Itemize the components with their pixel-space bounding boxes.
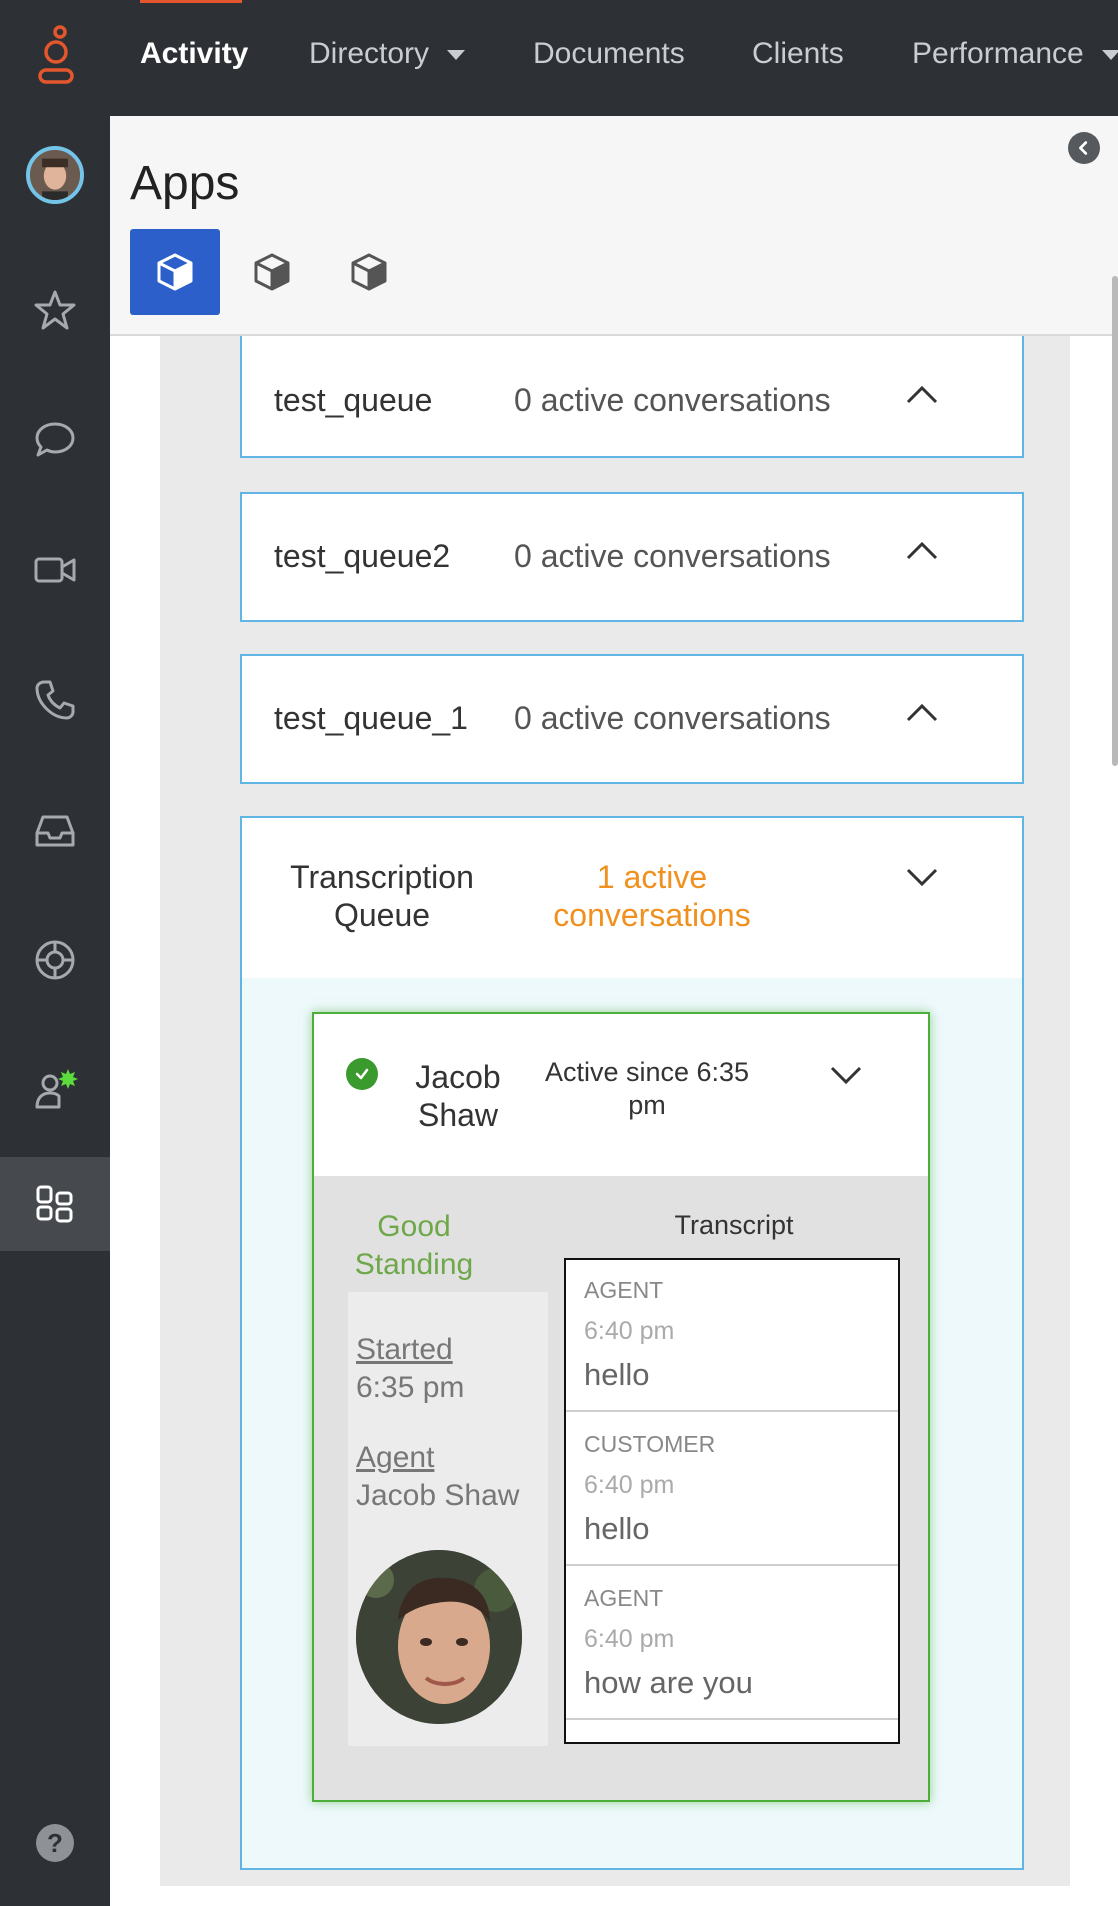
cube-icon — [157, 253, 193, 291]
message-text: how are you — [584, 1665, 753, 1700]
sidebar-item-phone[interactable] — [0, 653, 110, 747]
nav-directory[interactable]: Directory — [309, 34, 466, 74]
collapse-panel-button[interactable] — [1068, 132, 1100, 164]
conversation-header: Jacob Shaw Active since 6:35 pm — [314, 1014, 928, 1176]
transcription-queue[interactable]: Transcription Queue 1 active conversatio… — [240, 816, 1024, 1870]
agent-photo-image — [356, 1550, 522, 1724]
app-tab-3[interactable] — [324, 229, 414, 315]
sidebar-item-apps[interactable] — [0, 1157, 110, 1251]
nav-activity[interactable]: Activity — [140, 34, 248, 74]
nav-performance[interactable]: Performance — [912, 34, 1118, 74]
sidebar-item-video[interactable] — [0, 523, 110, 617]
agent-status-icon — [35, 1069, 78, 1109]
queue-count: 0 active conversations — [514, 382, 831, 418]
nav-clients[interactable]: Clients — [752, 34, 844, 74]
chevron-up-icon[interactable] — [902, 532, 942, 572]
genesys-logo-icon[interactable] — [36, 24, 76, 88]
conversation-details: Started 6:35 pm Agent Jacob Shaw — [348, 1292, 548, 1746]
message-time: 6:40 pm — [584, 1317, 675, 1345]
queue-count: 0 active conversations — [514, 538, 831, 574]
transcript-panel[interactable]: AGENT 6:40 pm hello CUSTOMER 6:40 pm hel… — [564, 1258, 900, 1744]
page-title: Apps — [130, 157, 240, 210]
queue-name: test_queue2 — [274, 538, 451, 574]
chevron-down-icon[interactable] — [826, 1054, 866, 1094]
nav-directory-label: Directory — [309, 37, 430, 70]
phone-icon — [35, 680, 75, 720]
transcript-title: Transcript — [674, 1210, 794, 1240]
chevron-up-icon[interactable] — [902, 694, 942, 734]
apps-grid-icon — [36, 1185, 73, 1223]
nav-clients-label: Clients — [752, 37, 844, 70]
video-camera-icon — [34, 557, 76, 583]
queue-count: 1 active conversations — [553, 859, 751, 933]
user-avatar[interactable] — [26, 146, 84, 204]
user-avatar-image — [30, 150, 80, 200]
sidebar-item-agent-status[interactable] — [0, 1043, 110, 1137]
conversation-body: Good Standing Started 6:35 pm Agent Jaco… — [314, 1176, 928, 1800]
chevron-down-icon — [447, 50, 466, 61]
started-value: 6:35 pm — [356, 1371, 465, 1404]
standing-status: Good Standing — [354, 1210, 474, 1281]
message-time: 6:40 pm — [584, 1625, 675, 1653]
transcript-message: AGENT 6:40 pm hello — [566, 1260, 898, 1412]
nav-documents-label: Documents — [533, 37, 685, 70]
nav-performance-label: Performance — [912, 37, 1084, 70]
conversation-card[interactable]: Jacob Shaw Active since 6:35 pm Good Sta… — [312, 1012, 930, 1802]
message-text: hello — [584, 1511, 650, 1546]
apps-header: Apps — [110, 116, 1118, 336]
queue-name: Transcription Queue — [290, 859, 474, 933]
app-tab-2[interactable] — [227, 229, 317, 315]
sidebar-item-inbox[interactable] — [0, 783, 110, 877]
sidebar-item-favorites[interactable] — [0, 263, 110, 357]
help-button[interactable]: ? — [36, 1824, 74, 1862]
scrollbar[interactable] — [1112, 276, 1118, 766]
agent-label: Agent — [356, 1441, 435, 1474]
message-role: CUSTOMER — [584, 1738, 715, 1742]
nav-documents[interactable]: Documents — [533, 34, 685, 74]
cube-icon — [351, 253, 387, 291]
sidebar-item-support[interactable] — [0, 913, 110, 1007]
transcript-message: CUSTOMER — [566, 1722, 898, 1742]
started-label: Started — [356, 1333, 453, 1366]
sidebar-item-chat[interactable] — [0, 393, 110, 487]
message-role: AGENT — [584, 1277, 664, 1303]
star-icon — [34, 290, 76, 330]
nav-activity-label: Activity — [140, 37, 249, 70]
cube-icon — [254, 253, 290, 291]
agent-value: Jacob Shaw — [356, 1479, 520, 1512]
help-icon: ? — [47, 1827, 63, 1858]
chat-bubble-icon — [35, 422, 75, 457]
transcript-message: AGENT 6:40 pm how are you — [566, 1568, 898, 1720]
chevron-left-icon — [1079, 141, 1088, 155]
chevron-up-icon[interactable] — [902, 376, 942, 416]
active-since: Active since 6:35 pm — [544, 1057, 750, 1120]
queue-conversations: Jacob Shaw Active since 6:35 pm Good Sta… — [242, 978, 1022, 1868]
agent-name: Jacob Shaw — [415, 1059, 501, 1133]
message-role: AGENT — [584, 1585, 664, 1611]
queue-row[interactable]: test_queue_1 0 active conversations — [240, 654, 1024, 784]
queue-name: test_queue_1 — [274, 700, 468, 736]
active-nav-indicator — [140, 0, 242, 3]
queue-count: 0 active conversations — [514, 700, 831, 736]
chevron-down-icon[interactable] — [902, 856, 942, 896]
message-text: hello — [584, 1357, 650, 1392]
app-tab-1[interactable] — [130, 229, 220, 315]
transcript-message: CUSTOMER 6:40 pm hello — [566, 1414, 898, 1566]
queue-row[interactable]: test_queue 0 active conversations — [240, 336, 1024, 458]
inbox-icon — [35, 815, 75, 847]
message-time: 6:40 pm — [584, 1471, 675, 1499]
status-check-icon — [346, 1058, 378, 1090]
lifebuoy-icon — [35, 940, 75, 980]
chevron-down-icon — [1101, 50, 1118, 61]
message-role: CUSTOMER — [584, 1431, 716, 1457]
queue-name: test_queue — [274, 382, 433, 418]
left-sidebar: ? — [0, 116, 110, 1906]
queue-row[interactable]: test_queue2 0 active conversations — [240, 492, 1024, 622]
avatar — [356, 1550, 522, 1724]
top-navigation: Activity Directory Documents Clients Per… — [0, 0, 1118, 116]
apps-panel: Apps test_queue 0 active conversations t… — [110, 116, 1118, 1906]
queue-list: test_queue 0 active conversations test_q… — [160, 336, 1070, 1886]
